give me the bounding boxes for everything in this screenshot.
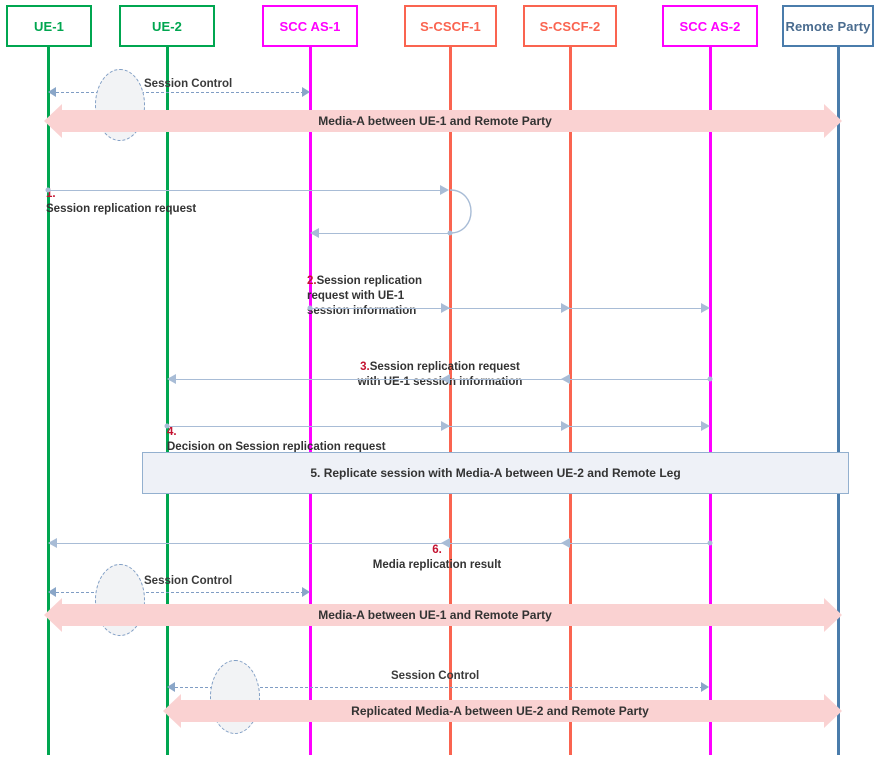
- replicated-media-a-arrowhead-left: [163, 694, 181, 728]
- session-control-3-arrowhead-left: [167, 682, 175, 692]
- message-5-action-box: 5. Replicate session with Media-A betwee…: [142, 452, 849, 494]
- lifeline-scc-as-1: [309, 47, 312, 755]
- message-3-crossing-arrowhead-s-cscf-2: [561, 374, 570, 384]
- lifeline-scc-as-2: [709, 47, 712, 755]
- media-a-1-arrowhead-right: [824, 104, 842, 138]
- message-5-number: 5.: [310, 466, 321, 480]
- message-4-crossing-arrowhead-s-cscf-2: [561, 421, 570, 431]
- session-control-1-label: Session Control: [144, 78, 233, 90]
- message-1-label: 1. Session replication request: [46, 172, 196, 217]
- message-1-self-loop: [450, 189, 472, 234]
- participant-ue2: UE-2: [119, 5, 215, 47]
- message-1-arrowhead: [440, 185, 449, 195]
- lifeline-ue2: [166, 47, 169, 755]
- participant-label: S-CSCF-2: [539, 18, 601, 34]
- session-control-3-arrowhead-right: [701, 682, 709, 692]
- overlap-ellipse-3: [210, 660, 260, 734]
- message-1-return-line: [318, 233, 450, 234]
- message-3-crossing-arrowhead-s-cscf-1: [441, 374, 450, 384]
- message-6-crossing-arrowhead-s-cscf-1: [441, 538, 450, 548]
- participant-label: UE-1: [33, 18, 65, 34]
- message-6-line: [56, 543, 710, 544]
- participant-label: SCC AS-2: [679, 18, 741, 34]
- message-4-label: 4. Decision on Session replication reque…: [167, 410, 386, 455]
- message-1-return-arrowhead: [310, 228, 319, 238]
- message-5-content: 5. Replicate session with Media-A betwee…: [310, 466, 680, 480]
- message-6-arrowhead: [48, 538, 57, 548]
- message-5-text: Replicate session with Media-A between U…: [323, 466, 681, 480]
- message-6-text: Media replication result: [372, 559, 502, 571]
- media-a-2-arrowhead-right: [824, 598, 842, 632]
- session-control-1-arrowhead-left: [48, 87, 56, 97]
- message-2-number: 2.: [307, 275, 317, 287]
- message-2-crossing-arrowhead-s-cscf-1: [441, 303, 450, 313]
- participant-scc-as-1: SCC AS-1: [262, 5, 358, 47]
- participant-scc-as-2: SCC AS-2: [662, 5, 758, 47]
- message-3-arrowhead: [167, 374, 176, 384]
- participant-s-cscf-1: S-CSCF-1: [404, 5, 497, 47]
- message-2-arrowhead: [701, 303, 710, 313]
- lifeline-ue1: [47, 47, 50, 755]
- message-2-crossing-arrowhead-s-cscf-2: [561, 303, 570, 313]
- replicated-media-a-band: [181, 700, 824, 722]
- message-2-text: Session replication request with UE-1 se…: [307, 275, 423, 317]
- session-control-3-label: Session Control: [391, 670, 480, 682]
- message-4-arrowhead: [701, 421, 710, 431]
- session-control-1-line: [56, 92, 304, 93]
- sequence-diagram-canvas: UE-1 UE-2 SCC AS-1 S-CSCF-1 S-CSCF-2 SCC…: [0, 0, 877, 759]
- message-6-label: 6. Media replication result: [307, 528, 567, 573]
- participant-label: UE-2: [151, 18, 183, 34]
- message-3-label: 3.Session replication request with UE-1 …: [270, 345, 610, 390]
- media-a-2-arrowhead-left: [44, 598, 62, 632]
- message-4-line: [167, 426, 702, 427]
- media-a-2-band: [62, 604, 824, 626]
- lifeline-remote-party: [837, 47, 840, 755]
- message-4-crossing-arrowhead-s-cscf-1: [441, 421, 450, 431]
- message-3-text: Session replication request with UE-1 se…: [357, 361, 523, 388]
- message-1-text: Session replication request: [46, 203, 197, 215]
- participant-remote-party: Remote Party: [782, 5, 874, 47]
- participant-s-cscf-2: S-CSCF-2: [523, 5, 617, 47]
- session-control-2-arrowhead-right: [302, 587, 310, 597]
- message-3-number: 3.: [360, 361, 370, 373]
- participant-ue1: UE-1: [6, 5, 92, 47]
- replicated-media-a-arrowhead-right: [824, 694, 842, 728]
- media-a-1-arrowhead-left: [44, 104, 62, 138]
- session-control-2-label: Session Control: [144, 575, 233, 587]
- session-control-1-arrowhead-right: [302, 87, 310, 97]
- message-2-label: 2.Session replication request with UE-1 …: [307, 259, 422, 319]
- session-control-2-arrowhead-left: [48, 587, 56, 597]
- session-control-2-line: [56, 592, 304, 593]
- message-2-line: [310, 308, 702, 309]
- lifeline-s-cscf-2: [569, 47, 572, 755]
- message-6-crossing-arrowhead-s-cscf-2: [561, 538, 570, 548]
- media-a-1-band: [62, 110, 824, 132]
- participant-label: SCC AS-1: [279, 18, 341, 34]
- participant-label: S-CSCF-1: [420, 18, 481, 34]
- participant-label: Remote Party: [785, 18, 871, 34]
- message-1-line: [48, 190, 441, 191]
- lifeline-s-cscf-1: [449, 47, 452, 755]
